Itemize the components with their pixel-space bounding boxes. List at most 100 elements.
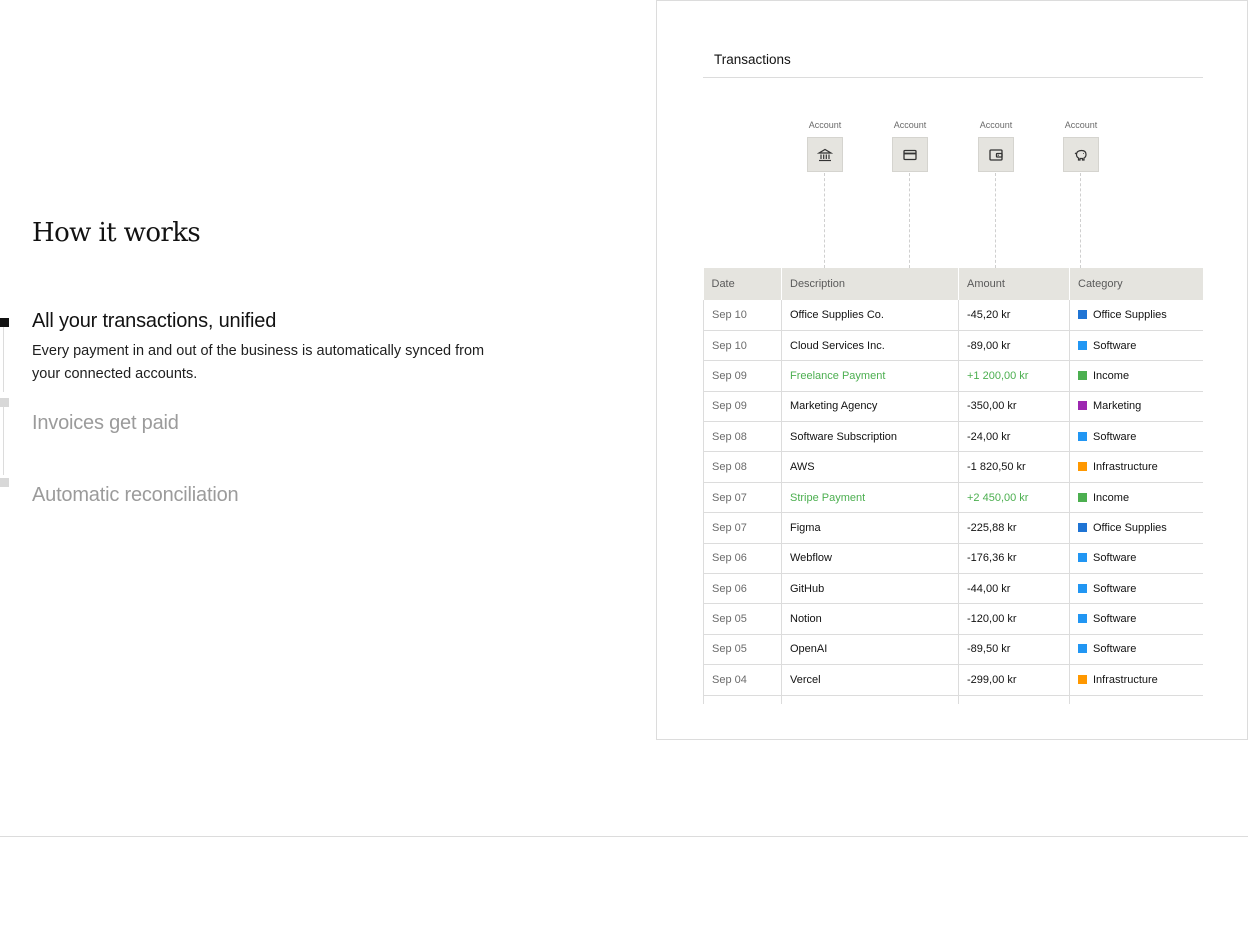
cell-amount: -89,50 kr: [958, 634, 1070, 666]
category-color-swatch: [1078, 401, 1087, 411]
cell-date: Sep 04: [703, 664, 782, 696]
column-header-description[interactable]: Description: [781, 268, 959, 300]
table-row[interactable]: Sep 08 AWS -1 820,50 kr Infrastructure: [703, 451, 1203, 483]
category-color-swatch: [1078, 553, 1087, 563]
cell-date: Sep 06: [703, 573, 782, 605]
table-row[interactable]: Sep 07 Figma -225,88 kr Office Supplies: [703, 512, 1203, 544]
transactions-table-wrap: Date Description Amount Category Sep 10 O…: [703, 268, 1203, 704]
cell-category: Software: [1069, 543, 1203, 575]
cell-description: Marketing Agency: [781, 391, 959, 423]
category-color-swatch: [1078, 674, 1087, 684]
cell-date: Sep 07: [703, 482, 782, 514]
cell-category: Infrastructure: [1069, 664, 1203, 696]
column-header-amount[interactable]: Amount: [958, 268, 1070, 300]
cell-category: Income: [1069, 360, 1203, 392]
table-row[interactable]: Sep 05 OpenAI -89,50 kr Software: [703, 634, 1203, 666]
table-row[interactable]: Sep 07 Stripe Payment +2 450,00 kr Income: [703, 482, 1203, 514]
category-label: Office Supplies: [1093, 308, 1167, 321]
cell-category: Marketing: [1069, 391, 1203, 423]
cell-amount: -89,00 kr: [958, 330, 1070, 362]
table-row[interactable]: [703, 695, 1203, 704]
cell-amount: -1 820,50 kr: [958, 451, 1070, 483]
cell-description: Stripe Payment: [781, 482, 959, 514]
column-header-date[interactable]: Date: [703, 268, 782, 300]
account-connector: [824, 173, 825, 268]
category-color-swatch: [1078, 370, 1087, 380]
category-label: Software: [1093, 430, 1137, 443]
table-row[interactable]: Sep 04 Vercel -299,00 kr Infrastructure: [703, 664, 1203, 696]
cell-amount: -120,00 kr: [958, 603, 1070, 635]
cell-category: Software: [1069, 330, 1203, 362]
cell-date: Sep 09: [703, 391, 782, 423]
cell-date: Sep 09: [703, 360, 782, 392]
step-unified-transactions[interactable]: All your transactions, unified: [32, 310, 276, 333]
table-row[interactable]: Sep 06 GitHub -44,00 kr Software: [703, 573, 1203, 605]
account-button[interactable]: [978, 137, 1014, 172]
category-label: Office Supplies: [1093, 521, 1167, 534]
account-connector: [909, 173, 910, 268]
table-row[interactable]: Sep 09 Marketing Agency -350,00 kr Marketin…: [703, 391, 1203, 423]
account-button[interactable]: [892, 137, 928, 172]
cell-description: Office Supplies Co.: [781, 300, 959, 331]
cell-amount: -350,00 kr: [958, 391, 1070, 423]
cell-date: Sep 10: [703, 300, 782, 331]
bank-icon: [817, 148, 833, 161]
category-color-swatch: [1078, 492, 1087, 502]
category-label: Software: [1093, 613, 1137, 626]
cell-description: Webflow: [781, 543, 959, 575]
cell-category: Office Supplies: [1069, 300, 1203, 331]
account-wallet: Account: [976, 120, 1016, 268]
transactions-table-body: Sep 10 Office Supplies Co. -45,20 kr Office…: [703, 300, 1203, 704]
transactions-table: Date Description Amount Category Sep 10 O…: [703, 268, 1203, 704]
cell-description: OpenAI: [781, 634, 959, 666]
table-row[interactable]: Sep 10 Office Supplies Co. -45,20 kr Office…: [703, 300, 1203, 331]
table-row[interactable]: Sep 08 Software Subscription -24,00 kr Soft…: [703, 421, 1203, 453]
cell-amount: -225,88 kr: [958, 512, 1070, 544]
cell-date: Sep 05: [703, 634, 782, 666]
column-header-category[interactable]: Category: [1069, 268, 1203, 300]
steps-list: All your transactions, unified Every pay…: [0, 306, 520, 526]
step-rail: [3, 407, 4, 475]
step-invoices-get-paid[interactable]: Invoices get paid: [32, 412, 179, 435]
cell-date: [703, 695, 782, 704]
panel-header: Transactions: [703, 51, 1203, 78]
cell-date: Sep 08: [703, 451, 782, 483]
category-label: Marketing: [1093, 400, 1142, 413]
cell-description: [781, 695, 959, 704]
piggy-bank-icon: [1074, 149, 1087, 161]
account-label: Account: [1064, 120, 1098, 130]
table-row[interactable]: Sep 10 Cloud Services Inc. -89,00 kr Softwa…: [703, 330, 1203, 362]
cell-category: Income: [1069, 482, 1203, 514]
account-connector: [995, 173, 996, 268]
step-marker: [0, 398, 9, 407]
table-row[interactable]: Sep 09 Freelance Payment +1 200,00 kr Incom…: [703, 360, 1203, 392]
step-marker-active: [0, 318, 9, 327]
table-row[interactable]: Sep 05 Notion -120,00 kr Software: [703, 603, 1203, 635]
step-description: Every payment in and out of the business…: [32, 343, 485, 382]
account-label: Account: [893, 120, 927, 130]
category-color-swatch: [1078, 644, 1087, 654]
transactions-panel: Transactions Account Account Account Acc…: [656, 0, 1248, 740]
category-color-swatch: [1078, 309, 1087, 319]
category-label: Infrastructure: [1093, 673, 1158, 686]
cell-description: GitHub: [781, 573, 959, 605]
cell-amount: +1 200,00 kr: [958, 360, 1070, 392]
category-color-swatch: [1078, 462, 1087, 472]
table-row[interactable]: Sep 06 Webflow -176,36 kr Software: [703, 543, 1203, 575]
step-marker: [0, 478, 9, 487]
cell-category: Software: [1069, 573, 1203, 605]
cell-amount: -299,00 kr: [958, 664, 1070, 696]
cell-category: Infrastructure: [1069, 451, 1203, 483]
category-color-swatch: [1078, 614, 1087, 624]
step-automatic-reconciliation[interactable]: Automatic reconciliation: [32, 484, 239, 507]
category-label: Software: [1093, 339, 1137, 352]
account-button[interactable]: [807, 137, 843, 172]
cell-category: Software: [1069, 421, 1203, 453]
table-header-row: Date Description Amount Category: [703, 268, 1203, 300]
cell-date: Sep 10: [703, 330, 782, 362]
panel-title: Transactions: [714, 52, 791, 67]
cell-amount: -176,36 kr: [958, 543, 1070, 575]
cell-category: Office Supplies: [1069, 512, 1203, 544]
category-color-swatch: [1078, 522, 1087, 532]
account-button[interactable]: [1063, 137, 1099, 172]
